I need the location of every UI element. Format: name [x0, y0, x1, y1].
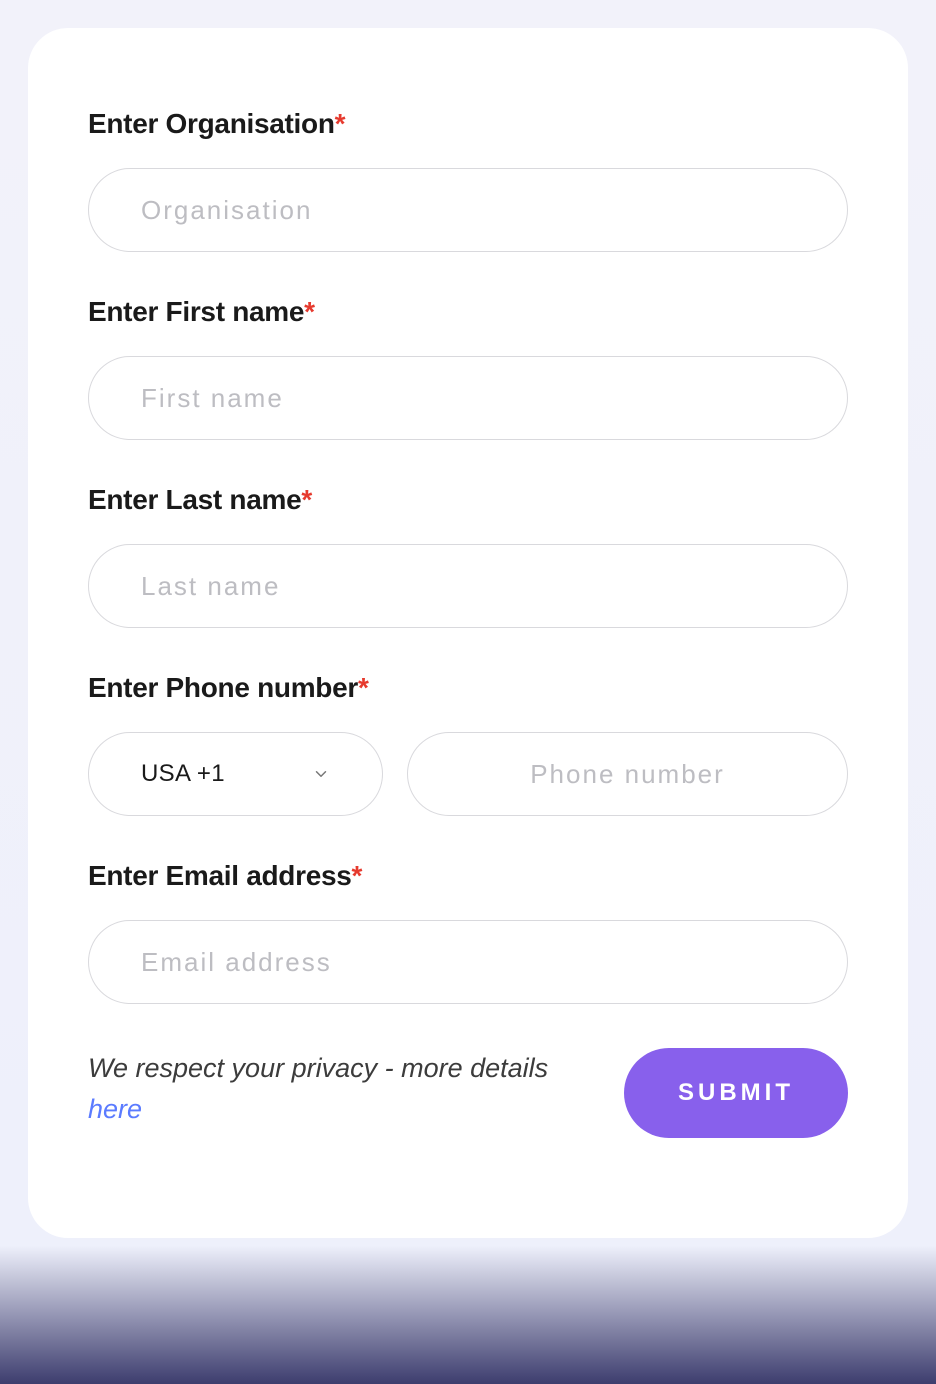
privacy-text-span: We respect your privacy - more details	[88, 1053, 548, 1083]
country-code-value: USA +1	[141, 760, 225, 788]
required-asterisk: *	[358, 672, 369, 703]
organisation-input[interactable]	[88, 168, 848, 252]
privacy-link[interactable]: here	[88, 1094, 142, 1124]
form-group-firstname: Enter First name*	[88, 296, 848, 440]
required-asterisk: *	[301, 484, 312, 515]
form-group-email: Enter Email address*	[88, 860, 848, 1004]
form-group-organisation: Enter Organisation*	[88, 108, 848, 252]
form-card: Enter Organisation* Enter First name* En…	[28, 28, 908, 1238]
firstname-input[interactable]	[88, 356, 848, 440]
required-asterisk: *	[304, 296, 315, 327]
email-label: Enter Email address*	[88, 860, 848, 892]
email-input[interactable]	[88, 920, 848, 1004]
required-asterisk: *	[352, 860, 363, 891]
form-group-lastname: Enter Last name*	[88, 484, 848, 628]
country-code-select[interactable]: USA +1	[88, 732, 383, 816]
required-asterisk: *	[335, 108, 346, 139]
organisation-label: Enter Organisation*	[88, 108, 848, 140]
phone-input[interactable]	[407, 732, 848, 816]
form-footer: We respect your privacy - more details h…	[88, 1048, 848, 1138]
lastname-input[interactable]	[88, 544, 848, 628]
organisation-label-text: Enter Organisation	[88, 108, 335, 139]
submit-button[interactable]: SUBMIT	[624, 1048, 848, 1138]
phone-label: Enter Phone number*	[88, 672, 848, 704]
privacy-text: We respect your privacy - more details h…	[88, 1048, 594, 1129]
form-group-phone: Enter Phone number* USA +1	[88, 672, 848, 816]
lastname-label: Enter Last name*	[88, 484, 848, 516]
phone-label-text: Enter Phone number	[88, 672, 358, 703]
email-label-text: Enter Email address	[88, 860, 352, 891]
lastname-label-text: Enter Last name	[88, 484, 301, 515]
firstname-label: Enter First name*	[88, 296, 848, 328]
firstname-label-text: Enter First name	[88, 296, 304, 327]
chevron-down-icon	[312, 765, 330, 783]
phone-row: USA +1	[88, 732, 848, 816]
